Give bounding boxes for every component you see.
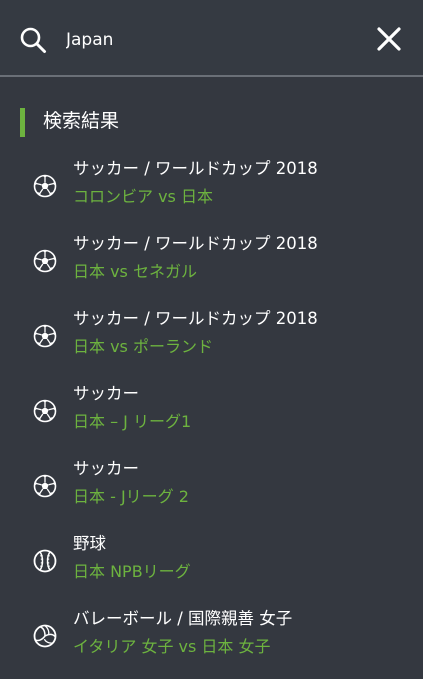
result-item[interactable]: サッカー / ワールドカップ 2018 日本 vs ポーランド: [0, 300, 423, 364]
soccer-ball-icon: [33, 174, 57, 198]
result-item[interactable]: 野球 日本 NPBリーグ: [0, 525, 423, 589]
search-bar: [0, 0, 423, 77]
soccer-ball-icon: [33, 399, 57, 423]
result-match: 日本 – J リーグ1: [73, 412, 192, 431]
soccer-ball-icon: [33, 324, 57, 348]
result-category: バレーボール / 国際親善 女子: [73, 609, 293, 628]
clear-search-button[interactable]: [372, 24, 406, 56]
search-icon[interactable]: [19, 26, 47, 54]
soccer-ball-icon: [33, 474, 57, 498]
result-item[interactable]: サッカー / ワールドカップ 2018 コロンビア vs 日本: [0, 150, 423, 214]
results-title: 検索結果: [43, 110, 120, 132]
result-item[interactable]: サッカー 日本 – J リーグ1: [0, 375, 423, 439]
result-category: サッカー / ワールドカップ 2018: [73, 309, 318, 328]
result-item[interactable]: バレーボール / 国際親善 女子 イタリア 女子 vs 日本 女子: [0, 600, 423, 664]
result-match: イタリア 女子 vs 日本 女子: [73, 637, 271, 656]
result-match: 日本 vs セネガル: [73, 262, 197, 281]
soccer-ball-icon: [33, 249, 57, 273]
close-icon: [377, 27, 401, 51]
result-category: 野球: [73, 534, 106, 553]
volleyball-icon: [33, 624, 57, 648]
result-match: 日本 vs ポーランド: [73, 337, 213, 356]
search-input[interactable]: [66, 26, 356, 54]
result-item[interactable]: サッカー 日本 - Jリーグ 2: [0, 450, 423, 514]
result-match: コロンビア vs 日本: [73, 187, 213, 206]
result-category: サッカー / ワールドカップ 2018: [73, 234, 318, 253]
baseball-icon: [33, 549, 57, 573]
result-category: サッカー: [73, 459, 139, 478]
result-item[interactable]: サッカー / ワールドカップ 2018 日本 vs セネガル: [0, 225, 423, 289]
result-match: 日本 - Jリーグ 2: [73, 487, 189, 506]
result-match: 日本 NPBリーグ: [73, 562, 191, 581]
result-category: サッカー: [73, 384, 139, 403]
section-accent-bar: [20, 108, 25, 137]
result-category: サッカー / ワールドカップ 2018: [73, 159, 318, 178]
